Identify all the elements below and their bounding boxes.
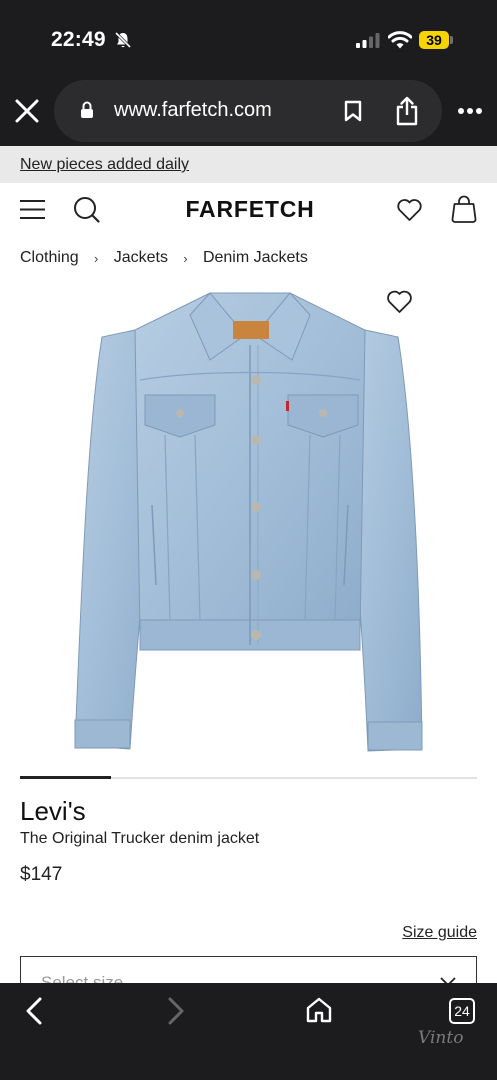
breadcrumb-separator: ›	[183, 250, 188, 266]
breadcrumb: Clothing › Jackets › Denim Jackets	[20, 249, 308, 267]
product-brand[interactable]: Levi's	[20, 796, 86, 827]
battery-tip	[450, 36, 453, 44]
wishlist-icon[interactable]	[396, 198, 423, 222]
breadcrumb-separator: ›	[94, 250, 99, 266]
more-icon[interactable]	[457, 107, 483, 115]
forward-icon[interactable]	[166, 996, 186, 1026]
share-icon[interactable]	[395, 96, 419, 126]
signal-icon	[356, 33, 380, 48]
breadcrumb-denim-jackets[interactable]: Denim Jackets	[203, 249, 308, 267]
product-name: The Original Trucker denim jacket	[20, 830, 260, 847]
watermark: Vinto	[418, 1028, 464, 1048]
size-guide-link[interactable]: Size guide	[402, 924, 477, 942]
carousel-progress	[20, 776, 111, 779]
product-price: $147	[20, 864, 63, 885]
image-wishlist-icon[interactable]	[386, 289, 413, 314]
status-time: 22:49	[51, 28, 106, 51]
search-icon[interactable]	[73, 196, 100, 223]
menu-icon[interactable]	[20, 199, 45, 220]
lock-icon	[81, 101, 93, 118]
battery-indicator: 39	[419, 31, 449, 49]
tabs-count-button[interactable]: 24	[449, 998, 475, 1024]
promo-banner-link[interactable]: New pieces added daily	[20, 156, 189, 174]
breadcrumb-clothing[interactable]: Clothing	[20, 249, 79, 267]
url-text[interactable]: www.farfetch.com	[114, 99, 272, 122]
breadcrumb-jackets[interactable]: Jackets	[114, 249, 168, 267]
product-image[interactable]	[60, 275, 440, 765]
home-icon[interactable]	[305, 996, 333, 1024]
bell-muted-icon	[114, 31, 132, 49]
close-icon[interactable]	[14, 98, 40, 124]
back-icon[interactable]	[24, 996, 44, 1026]
bag-icon[interactable]	[451, 195, 477, 223]
wifi-icon	[388, 31, 412, 49]
bookmark-icon[interactable]	[344, 100, 362, 122]
farfetch-logo[interactable]: FARFETCH	[170, 196, 330, 223]
